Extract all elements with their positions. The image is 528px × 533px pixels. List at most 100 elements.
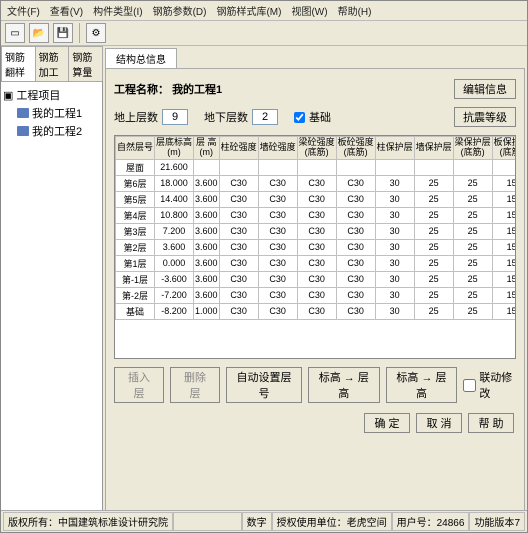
cell[interactable]: 30	[375, 287, 414, 303]
cell[interactable]: 15	[492, 207, 516, 223]
cell[interactable]	[414, 159, 453, 175]
cell[interactable]: 25	[453, 207, 492, 223]
help-button[interactable]: 帮 助	[468, 413, 514, 433]
cell[interactable]: C30	[297, 271, 336, 287]
tree-item-2[interactable]: 我的工程2	[3, 122, 100, 140]
cell[interactable]	[258, 159, 297, 175]
cell[interactable]: C30	[219, 223, 258, 239]
menu-file[interactable]: 文件(F)	[3, 2, 44, 19]
cell[interactable]: 10.800	[155, 207, 194, 223]
cell[interactable]: -7.200	[155, 287, 194, 303]
cell[interactable]: 25	[453, 191, 492, 207]
cell[interactable]: C30	[219, 191, 258, 207]
cell[interactable]: 第2层	[116, 239, 155, 255]
cell[interactable]: 第4层	[116, 207, 155, 223]
cell[interactable]: 25	[453, 287, 492, 303]
menu-view2[interactable]: 视图(W)	[287, 2, 331, 19]
table-row[interactable]: 屋面21.600	[116, 159, 517, 175]
cell[interactable]: C30	[297, 175, 336, 191]
auto-floor-button[interactable]: 自动设置层号	[226, 367, 302, 403]
linked-edit-checkbox[interactable]	[463, 379, 476, 392]
menu-view[interactable]: 查看(V)	[46, 2, 87, 19]
table-row[interactable]: 第-2层-7.2003.600C30C30C30C3030252515	[116, 287, 517, 303]
cell[interactable]: C30	[336, 223, 375, 239]
cell[interactable]: 7.200	[155, 223, 194, 239]
cell[interactable]: 21.600	[155, 159, 194, 175]
cell[interactable]: C30	[297, 287, 336, 303]
cell[interactable]: C30	[336, 287, 375, 303]
cell[interactable]: 第-2层	[116, 287, 155, 303]
project-tree[interactable]: ▣ 工程项目 我的工程1 我的工程2	[1, 82, 102, 526]
cell[interactable]: C30	[219, 271, 258, 287]
cell[interactable]: C30	[336, 255, 375, 271]
tree-root[interactable]: ▣ 工程项目	[3, 86, 100, 104]
cell[interactable]: C30	[297, 239, 336, 255]
cell[interactable]: 15	[492, 175, 516, 191]
cell[interactable]: 第-1层	[116, 271, 155, 287]
tool-icon[interactable]: ⚙	[86, 23, 106, 43]
cell[interactable]: 25	[414, 175, 453, 191]
cell[interactable]: 3.600	[194, 175, 220, 191]
seismic-button[interactable]: 抗震等级	[454, 107, 516, 127]
cell[interactable]: C30	[336, 175, 375, 191]
cell[interactable]: 30	[375, 223, 414, 239]
elev-to-height-button[interactable]: 标高 → 层高	[308, 367, 380, 403]
cell[interactable]: C30	[258, 191, 297, 207]
cell[interactable]: 3.600	[194, 223, 220, 239]
cell[interactable]	[492, 159, 516, 175]
cell[interactable]: C30	[219, 175, 258, 191]
cell[interactable]: 3.600	[155, 239, 194, 255]
cell[interactable]: 25	[453, 303, 492, 319]
table-row[interactable]: 基础-8.2001.000C30C30C30C3030252515	[116, 303, 517, 319]
cell[interactable]: 3.600	[194, 207, 220, 223]
insert-floor-button[interactable]: 插入层	[114, 367, 164, 403]
cell[interactable]: 3.600	[194, 239, 220, 255]
table-row[interactable]: 第4层10.8003.600C30C30C30C3030252515	[116, 207, 517, 223]
cell[interactable]: C30	[297, 255, 336, 271]
cell[interactable]: C30	[336, 271, 375, 287]
cell[interactable]: 25	[414, 207, 453, 223]
cell[interactable]: 30	[375, 255, 414, 271]
tree-item-1[interactable]: 我的工程1	[3, 104, 100, 122]
cell[interactable]: 18.000	[155, 175, 194, 191]
cell[interactable]: C30	[219, 207, 258, 223]
cell[interactable]	[336, 159, 375, 175]
cell[interactable]: 3.600	[194, 191, 220, 207]
menu-component[interactable]: 构件类型(I)	[89, 2, 146, 19]
cancel-button[interactable]: 取 消	[416, 413, 462, 433]
cell[interactable]: C30	[258, 271, 297, 287]
table-row[interactable]: 第2层3.6003.600C30C30C30C3030252515	[116, 239, 517, 255]
cell[interactable]	[453, 159, 492, 175]
above-floors-input[interactable]	[162, 109, 188, 125]
cell[interactable]: C30	[258, 207, 297, 223]
cell[interactable]: C30	[336, 207, 375, 223]
cell[interactable]: 25	[414, 303, 453, 319]
cell[interactable]	[375, 159, 414, 175]
cell[interactable]: 25	[453, 255, 492, 271]
cell[interactable]	[194, 159, 220, 175]
cell[interactable]	[219, 159, 258, 175]
cell[interactable]: 15	[492, 223, 516, 239]
floor-grid[interactable]: 自然层号层底标高(m)层 高(m)柱砼强度墙砼强度梁砼强度(底筋)板砼强度(底筋…	[114, 135, 516, 359]
open-icon[interactable]: 📂	[29, 23, 49, 43]
cell[interactable]: 30	[375, 271, 414, 287]
menu-param[interactable]: 钢筋参数(D)	[149, 2, 211, 19]
cell[interactable]: -8.200	[155, 303, 194, 319]
cell[interactable]: C30	[297, 303, 336, 319]
cell[interactable]: 3.600	[194, 287, 220, 303]
cell[interactable]: 25	[414, 287, 453, 303]
left-tab-2[interactable]: 钢筋加工	[35, 46, 70, 81]
save-icon[interactable]: 💾	[53, 23, 73, 43]
below-floors-input[interactable]	[252, 109, 278, 125]
table-row[interactable]: 第5层14.4003.600C30C30C30C3030252515	[116, 191, 517, 207]
cell[interactable]: C30	[258, 175, 297, 191]
cell[interactable]	[297, 159, 336, 175]
cell[interactable]: 25	[414, 191, 453, 207]
cell[interactable]: 30	[375, 239, 414, 255]
cell[interactable]: C30	[258, 255, 297, 271]
cell[interactable]: 25	[414, 271, 453, 287]
menu-help[interactable]: 帮助(H)	[334, 2, 376, 19]
height-to-elev-button[interactable]: 标高 → 层高	[386, 367, 458, 403]
cell[interactable]: C30	[219, 287, 258, 303]
cell[interactable]: C30	[336, 239, 375, 255]
